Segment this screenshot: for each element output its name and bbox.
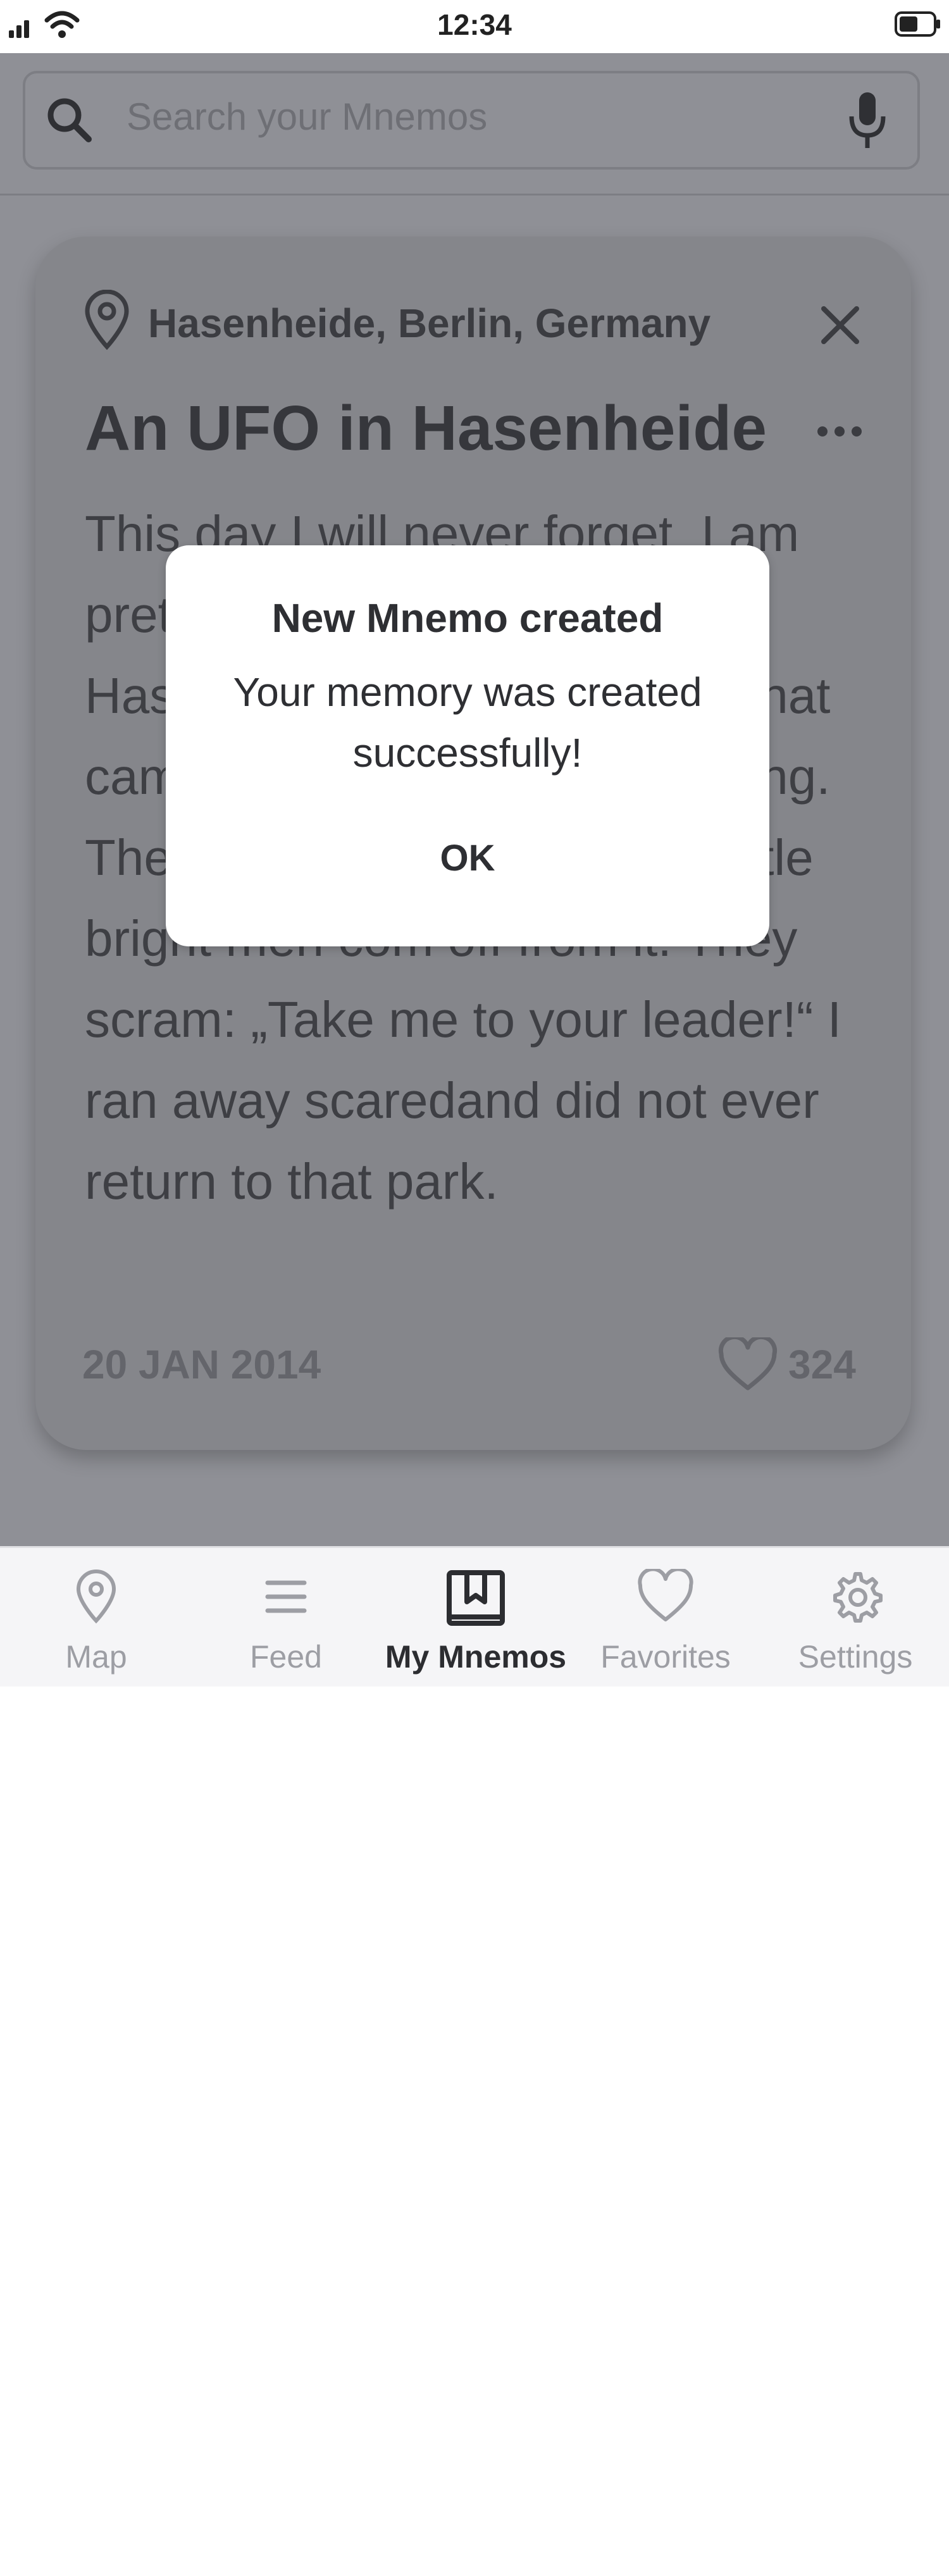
divider	[0, 194, 949, 195]
ok-button[interactable]: OK	[380, 834, 555, 882]
more-options-icon[interactable]	[816, 425, 863, 441]
dialog-message: Your memory was created successfully!	[233, 669, 702, 776]
gear-icon	[760, 1569, 949, 1628]
search-input[interactable]: Search your Mnemos	[127, 95, 487, 139]
tab-label: Feed	[250, 1639, 322, 1675]
like-count: 324	[788, 1342, 856, 1387]
tab-map[interactable]: Map	[1, 1546, 191, 1687]
heart-icon	[571, 1567, 760, 1628]
microphone-icon[interactable]	[845, 89, 890, 155]
feed-icon	[191, 1569, 381, 1628]
tab-my-mnemos[interactable]: My Mnemos	[381, 1546, 571, 1687]
location-pin-icon	[82, 289, 132, 354]
tab-label: Favorites	[600, 1639, 731, 1675]
card-date: 20 JAN 2014	[82, 1342, 321, 1387]
dialog-title: New Mnemo created	[271, 595, 664, 641]
like-heart-icon[interactable]	[717, 1334, 778, 1395]
map-pin-icon	[1, 1569, 191, 1628]
tab-label: My Mnemos	[385, 1639, 567, 1675]
status-time: 12:34	[437, 8, 512, 41]
card-location: Hasenheide, Berlin, Germany	[148, 300, 711, 346]
bookmark-book-icon	[381, 1569, 571, 1635]
tab-label: Settings	[798, 1639, 913, 1675]
card-title: An UFO in Hasenheide	[85, 393, 767, 464]
tab-favorites[interactable]: Favorites	[571, 1546, 760, 1687]
tab-settings[interactable]: Settings	[760, 1546, 949, 1687]
tab-feed[interactable]: Feed	[191, 1546, 381, 1687]
tab-label: Map	[65, 1639, 127, 1675]
close-icon[interactable]	[820, 305, 860, 349]
search-icon	[44, 95, 95, 149]
battery-icon	[895, 11, 941, 40]
